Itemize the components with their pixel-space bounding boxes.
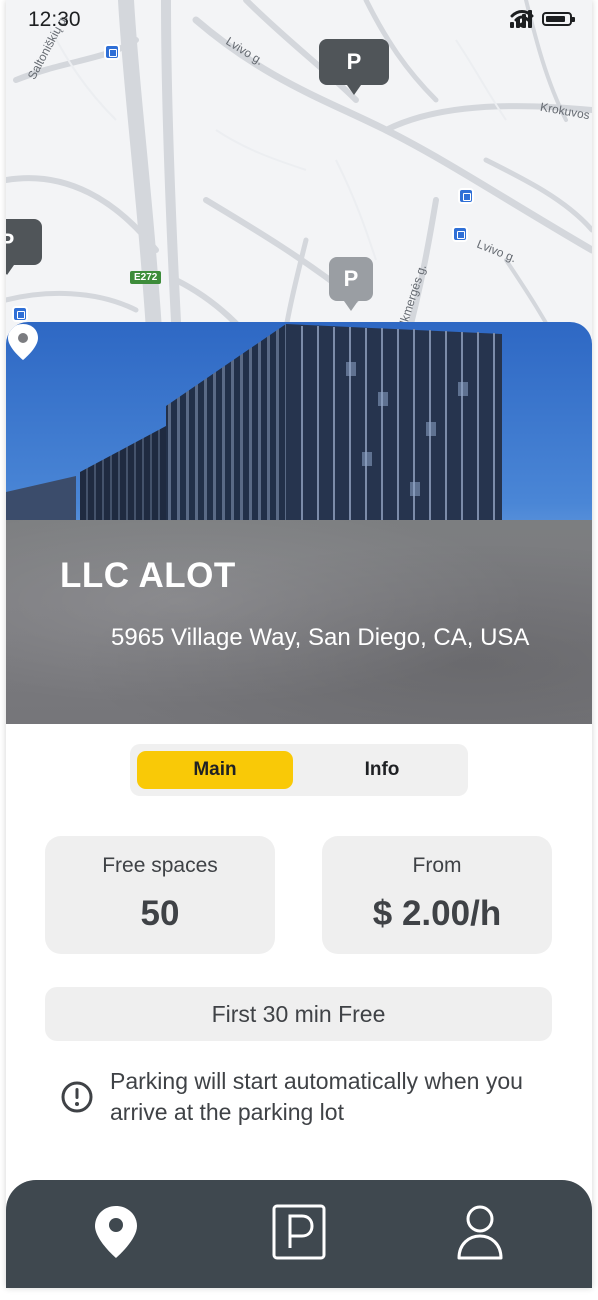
wifi-icon <box>510 10 534 28</box>
free-spaces-label: Free spaces <box>102 854 218 877</box>
bottom-nav <box>6 1180 592 1288</box>
tab-main[interactable]: Main <box>137 751 293 789</box>
promo-badge: First 30 min Free <box>45 987 552 1041</box>
parking-map-pin-selected[interactable]: P <box>329 257 373 311</box>
free-spaces-card: Free spaces 50 <box>45 836 275 954</box>
parking-icon[interactable] <box>272 1204 326 1260</box>
info-alert-icon <box>61 1081 93 1113</box>
battery-icon <box>542 12 575 26</box>
auto-start-notice: Parking will start automatically when yo… <box>110 1068 523 1125</box>
bus-stop-icon[interactable] <box>452 226 468 242</box>
location-photo: LLC ALOT 5965 Village Way, San Diego, CA… <box>6 322 592 724</box>
price-value: $ 2.00/h <box>372 894 502 933</box>
bus-stop-icon[interactable] <box>12 306 28 322</box>
status-time: 12:30 <box>28 8 81 31</box>
profile-icon[interactable] <box>456 1204 504 1260</box>
price-card: From $ 2.00/h <box>322 836 552 954</box>
location-address: 5965 Village Way, San Diego, CA, USA <box>111 624 530 651</box>
parking-map-pin[interactable]: P <box>319 39 389 95</box>
tab-info[interactable]: Info <box>304 751 460 789</box>
map-view[interactable]: Saltoniškių g. Lvivo g. Krokuvos Lvivo g… <box>6 0 592 360</box>
status-icons <box>510 10 575 28</box>
parking-map-pin[interactable]: P <box>6 219 42 275</box>
bus-stop-icon[interactable] <box>104 44 120 60</box>
phone-screen: Saltoniškių g. Lvivo g. Krokuvos Lvivo g… <box>6 0 592 1288</box>
bus-stop-icon[interactable] <box>458 188 474 204</box>
location-name: LLC ALOT <box>60 556 236 595</box>
road-shield: E272 <box>130 271 162 284</box>
free-spaces-value: 50 <box>140 894 180 933</box>
price-label: From <box>412 854 462 877</box>
location-pin-icon <box>8 324 38 360</box>
map-roads <box>6 0 592 360</box>
location-pin-icon[interactable] <box>92 1204 140 1260</box>
location-card: LLC ALOT 5965 Village Way, San Diego, CA… <box>6 322 592 1288</box>
tab-switcher: Main Info <box>130 744 468 796</box>
